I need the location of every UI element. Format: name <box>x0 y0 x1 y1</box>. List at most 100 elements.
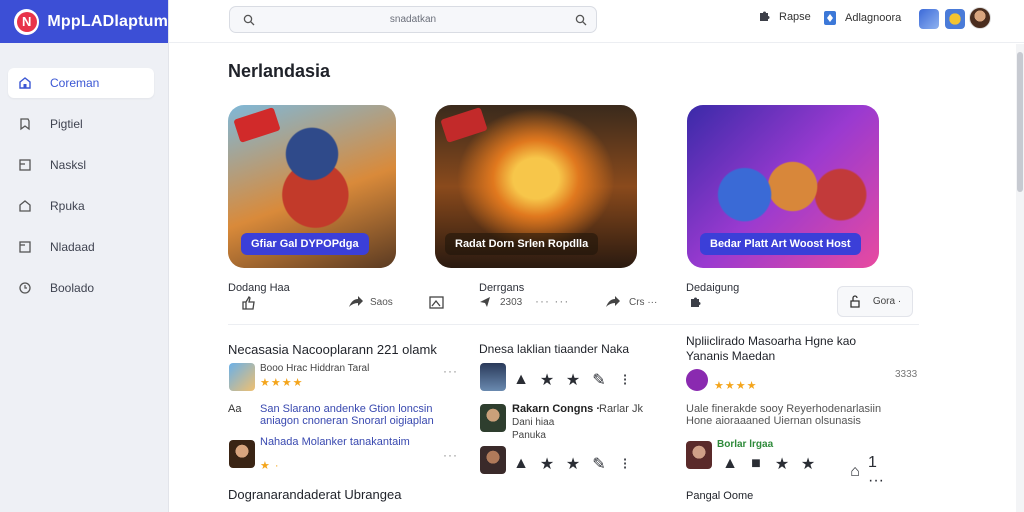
star-icon[interactable]: ★ <box>534 370 560 390</box>
sidebar: N MppLADlaptum Coreman Pigtiel Nasksl Rp… <box>0 0 169 512</box>
lock-icon <box>850 295 860 308</box>
star-icon[interactable]: ★ <box>560 454 586 474</box>
more-options-icon[interactable]: ··· <box>443 364 458 378</box>
card-2-more[interactable]: Crs ··· <box>605 295 657 309</box>
app-logo: N <box>14 8 40 35</box>
star-icon[interactable]: ★ <box>769 454 795 474</box>
app-name: MppLADlaptum <box>47 12 168 30</box>
expand-icon[interactable]: ⁝ <box>612 454 638 474</box>
panel-icon <box>18 158 32 172</box>
brand-bar[interactable]: N MppLADlaptum <box>0 0 168 43</box>
feed-1-author2-avatar <box>229 440 255 468</box>
bookmark-icon <box>18 117 32 131</box>
feed-3-title[interactable]: Npliiclirado Masoarha Hgne kao Yananis M… <box>686 334 901 364</box>
app-badge-icon <box>824 11 836 25</box>
star-icon[interactable]: ★ <box>534 454 560 474</box>
search-bar[interactable]: snadatkan <box>229 6 597 33</box>
scroll-thumb[interactable] <box>1017 52 1023 192</box>
like-icon[interactable]: ✎ <box>586 370 612 390</box>
search-submit-icon[interactable] <box>575 14 587 26</box>
feed-2-thumb-2 <box>480 404 506 432</box>
feed-2-row2-meta1: Dani hiaa <box>512 417 555 428</box>
avatar-app-1[interactable] <box>919 9 939 29</box>
card-caption: Gfiar Gal DYPOPdga <box>241 233 369 255</box>
feed-3-time: 3333 <box>895 369 918 380</box>
sidebar-item-1[interactable]: Pigtiel <box>8 109 154 139</box>
more-options-icon[interactable]: ··· <box>443 448 458 462</box>
card-2-stats: 2303 <box>478 295 522 309</box>
search-input[interactable]: snadatkan <box>230 14 596 25</box>
feed-1-author2[interactable]: Nahada Molanker tanakantaim <box>260 436 450 448</box>
share-icon[interactable]: ▲ <box>717 455 743 473</box>
stop-icon[interactable]: ■ <box>743 455 769 473</box>
star-icon[interactable]: ★ <box>795 454 821 474</box>
top-action-2[interactable]: Adlagnoora <box>823 10 901 26</box>
feed-3-footer[interactable]: Pangal Oome <box>686 490 753 502</box>
home-icon <box>18 76 32 90</box>
feed-1-stars: ★★★★ <box>260 377 304 389</box>
main-content: Nerlandasia Gfiar Gal DYPOPdga Radat Dor… <box>169 44 1016 512</box>
card-2-count: 2303 <box>500 296 523 308</box>
game-card-1[interactable]: Gfiar Gal DYPOPdga <box>228 105 396 268</box>
card-caption: Bedar Platt Art Woost Host <box>700 233 861 255</box>
feed-1-prefix: Aa <box>228 403 242 415</box>
feed-1-author[interactable]: Booo Hrac Hiddran Taral <box>260 363 369 374</box>
avatar-app-2[interactable] <box>945 9 965 29</box>
like-icon[interactable] <box>241 296 257 310</box>
card-2-more-label: Crs ··· <box>629 296 658 308</box>
puzzle-icon[interactable] <box>688 296 702 310</box>
image-icon[interactable] <box>429 296 445 310</box>
feed-2-row2-meta2: Panuka <box>512 430 546 441</box>
app-window: N MppLADlaptum Coreman Pigtiel Nasksl Rp… <box>0 0 1024 512</box>
share-label: Saos <box>370 296 393 308</box>
share-button[interactable]: Saos <box>348 295 393 309</box>
more-options-icon[interactable]: 1 ··· <box>868 454 894 490</box>
dotted-separator: ··· ··· <box>535 294 570 308</box>
feed-1-footer[interactable]: Dogranarandaderat Ubrangea <box>228 487 401 502</box>
sidebar-item-0[interactable]: Coreman <box>8 68 154 98</box>
top-action-1[interactable]: Rapse <box>757 10 811 24</box>
sidebar-item-label: Boolado <box>50 281 95 295</box>
section-divider <box>228 324 919 325</box>
feed-3-badge: Borlar lrgaa <box>717 439 774 450</box>
feed-3-extra[interactable]: ⌂ 1 ··· <box>842 454 894 490</box>
sidebar-item-3[interactable]: Rpuka <box>8 191 154 221</box>
share-icon[interactable]: ▲ <box>508 371 534 389</box>
feed-3-actions[interactable]: ▲ ■ ★ ★ <box>717 454 821 474</box>
feed-2-thumb-1 <box>480 363 506 391</box>
game-card-2[interactable]: Radat Dorn Srlen Ropdlla <box>435 105 637 268</box>
share-icon[interactable]: ▲ <box>508 455 534 473</box>
share-icon <box>349 296 363 307</box>
page-title: Nerlandasia <box>228 61 331 81</box>
sidebar-item-label: Rpuka <box>50 199 85 213</box>
card-3-button[interactable]: Gora · <box>837 286 913 317</box>
sidebar-item-2[interactable]: Nasksl <box>8 150 154 180</box>
like-icon[interactable]: ✎ <box>586 454 612 474</box>
home-icon[interactable]: ⌂ <box>842 463 868 481</box>
star-icon[interactable]: ★ <box>560 370 586 390</box>
feed-1-text: San Slarano andenke Gtion loncsin aniago… <box>260 403 434 427</box>
file-icon <box>18 240 32 254</box>
feed-2-actions-1[interactable]: ▲ ★ ★ ✎ ⁝ <box>508 370 638 390</box>
feed-2-title[interactable]: Dnesa laklian tiaander Naka <box>479 342 629 356</box>
feed-1-title[interactable]: Necasasia Nacooplarann 221 olamk <box>228 342 437 357</box>
bag-icon <box>18 199 32 213</box>
card-label-2: Derrgans <box>479 282 525 294</box>
sidebar-item-label: Nasksl <box>50 158 87 172</box>
feed-2-actions-2[interactable]: ▲ ★ ★ ✎ ⁝ <box>508 454 638 474</box>
top-action-1-label: Rapse <box>779 11 811 23</box>
scrollbar[interactable] <box>1016 44 1024 512</box>
sidebar-item-label: Nladaad <box>50 240 95 254</box>
sidebar-item-4[interactable]: Nladaad <box>8 232 154 262</box>
feed-3-stars: ★★★★ <box>714 380 758 392</box>
game-card-3[interactable]: Bedar Platt Art Woost Host <box>687 105 879 268</box>
puzzle-icon <box>760 11 770 21</box>
card-label-1: Dodang Haa <box>228 282 290 294</box>
sidebar-item-5[interactable]: Boolado <box>8 273 154 303</box>
user-avatar[interactable] <box>969 7 991 29</box>
expand-icon[interactable]: ⁝ <box>612 370 638 390</box>
clock-icon <box>18 281 32 295</box>
feed-2-thumb-3 <box>480 446 506 474</box>
feed-2-row2-title[interactable]: Rakarn Congns · <box>512 403 600 415</box>
feed-3-thumb <box>686 441 712 469</box>
